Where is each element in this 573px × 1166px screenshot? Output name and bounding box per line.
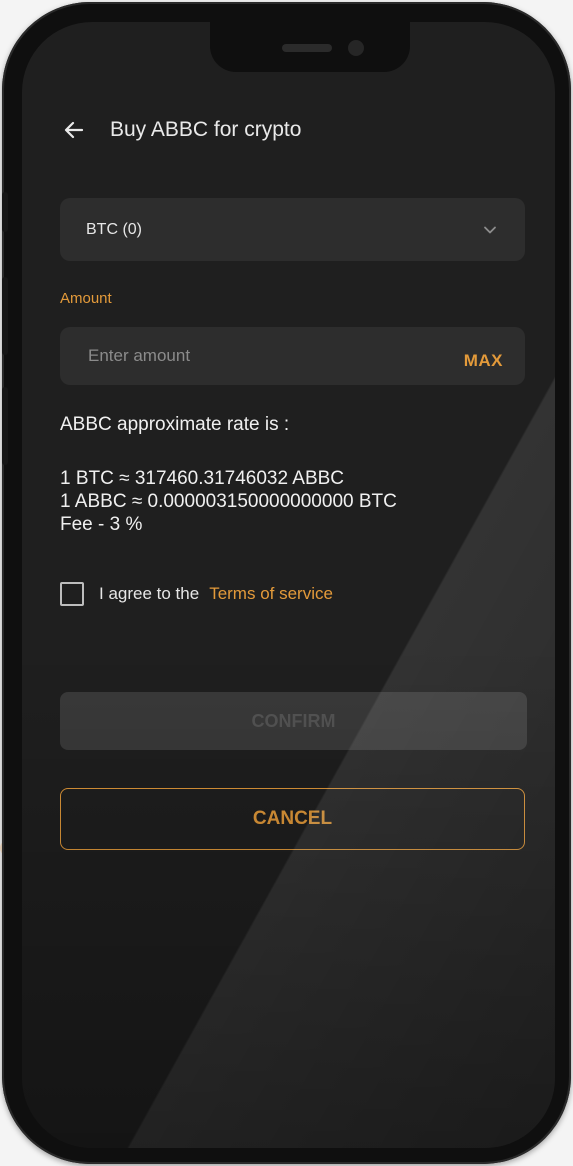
phone-frame: Buy ABBC for crypto BTC (0) Amount MAX A… bbox=[2, 2, 571, 1164]
agree-text: I agree to the bbox=[99, 584, 200, 603]
camera bbox=[348, 40, 364, 56]
confirm-button[interactable]: CONFIRM bbox=[60, 692, 527, 750]
max-button[interactable]: MAX bbox=[464, 351, 503, 371]
side-button bbox=[2, 387, 8, 465]
amount-field: MAX bbox=[60, 327, 525, 385]
terms-of-service-link[interactable]: Terms of service bbox=[209, 584, 333, 604]
header: Buy ABBC for crypto bbox=[60, 110, 301, 150]
rate-abbc-to-btc: 1 ABBC ≈ 0.000003150000000000 BTC bbox=[60, 491, 397, 512]
currency-select-value: BTC (0) bbox=[86, 220, 142, 238]
arrow-left-icon[interactable] bbox=[60, 116, 88, 144]
side-button bbox=[2, 192, 8, 232]
rate-heading: ABBC approximate rate is : bbox=[60, 414, 290, 435]
speaker bbox=[282, 44, 332, 52]
amount-input[interactable] bbox=[86, 345, 464, 367]
chevron-down-icon bbox=[481, 221, 499, 239]
notch bbox=[210, 22, 410, 72]
side-button bbox=[2, 277, 8, 355]
terms-agreement: I agree to the Terms of service bbox=[60, 581, 333, 607]
page-title: Buy ABBC for crypto bbox=[110, 118, 302, 141]
rate-info: 1 BTC ≈ 317460.31746032 ABBC 1 ABBC ≈ 0.… bbox=[60, 467, 397, 536]
terms-checkbox[interactable] bbox=[60, 582, 84, 606]
amount-label: Amount bbox=[60, 290, 112, 307]
rate-btc-to-abbc: 1 BTC ≈ 317460.31746032 ABBC bbox=[60, 468, 345, 489]
cancel-button[interactable]: CANCEL bbox=[60, 788, 525, 850]
phone-screen: Buy ABBC for crypto BTC (0) Amount MAX A… bbox=[22, 22, 555, 1148]
currency-select[interactable]: BTC (0) bbox=[60, 198, 525, 261]
fee-text: Fee - 3 % bbox=[60, 514, 143, 535]
